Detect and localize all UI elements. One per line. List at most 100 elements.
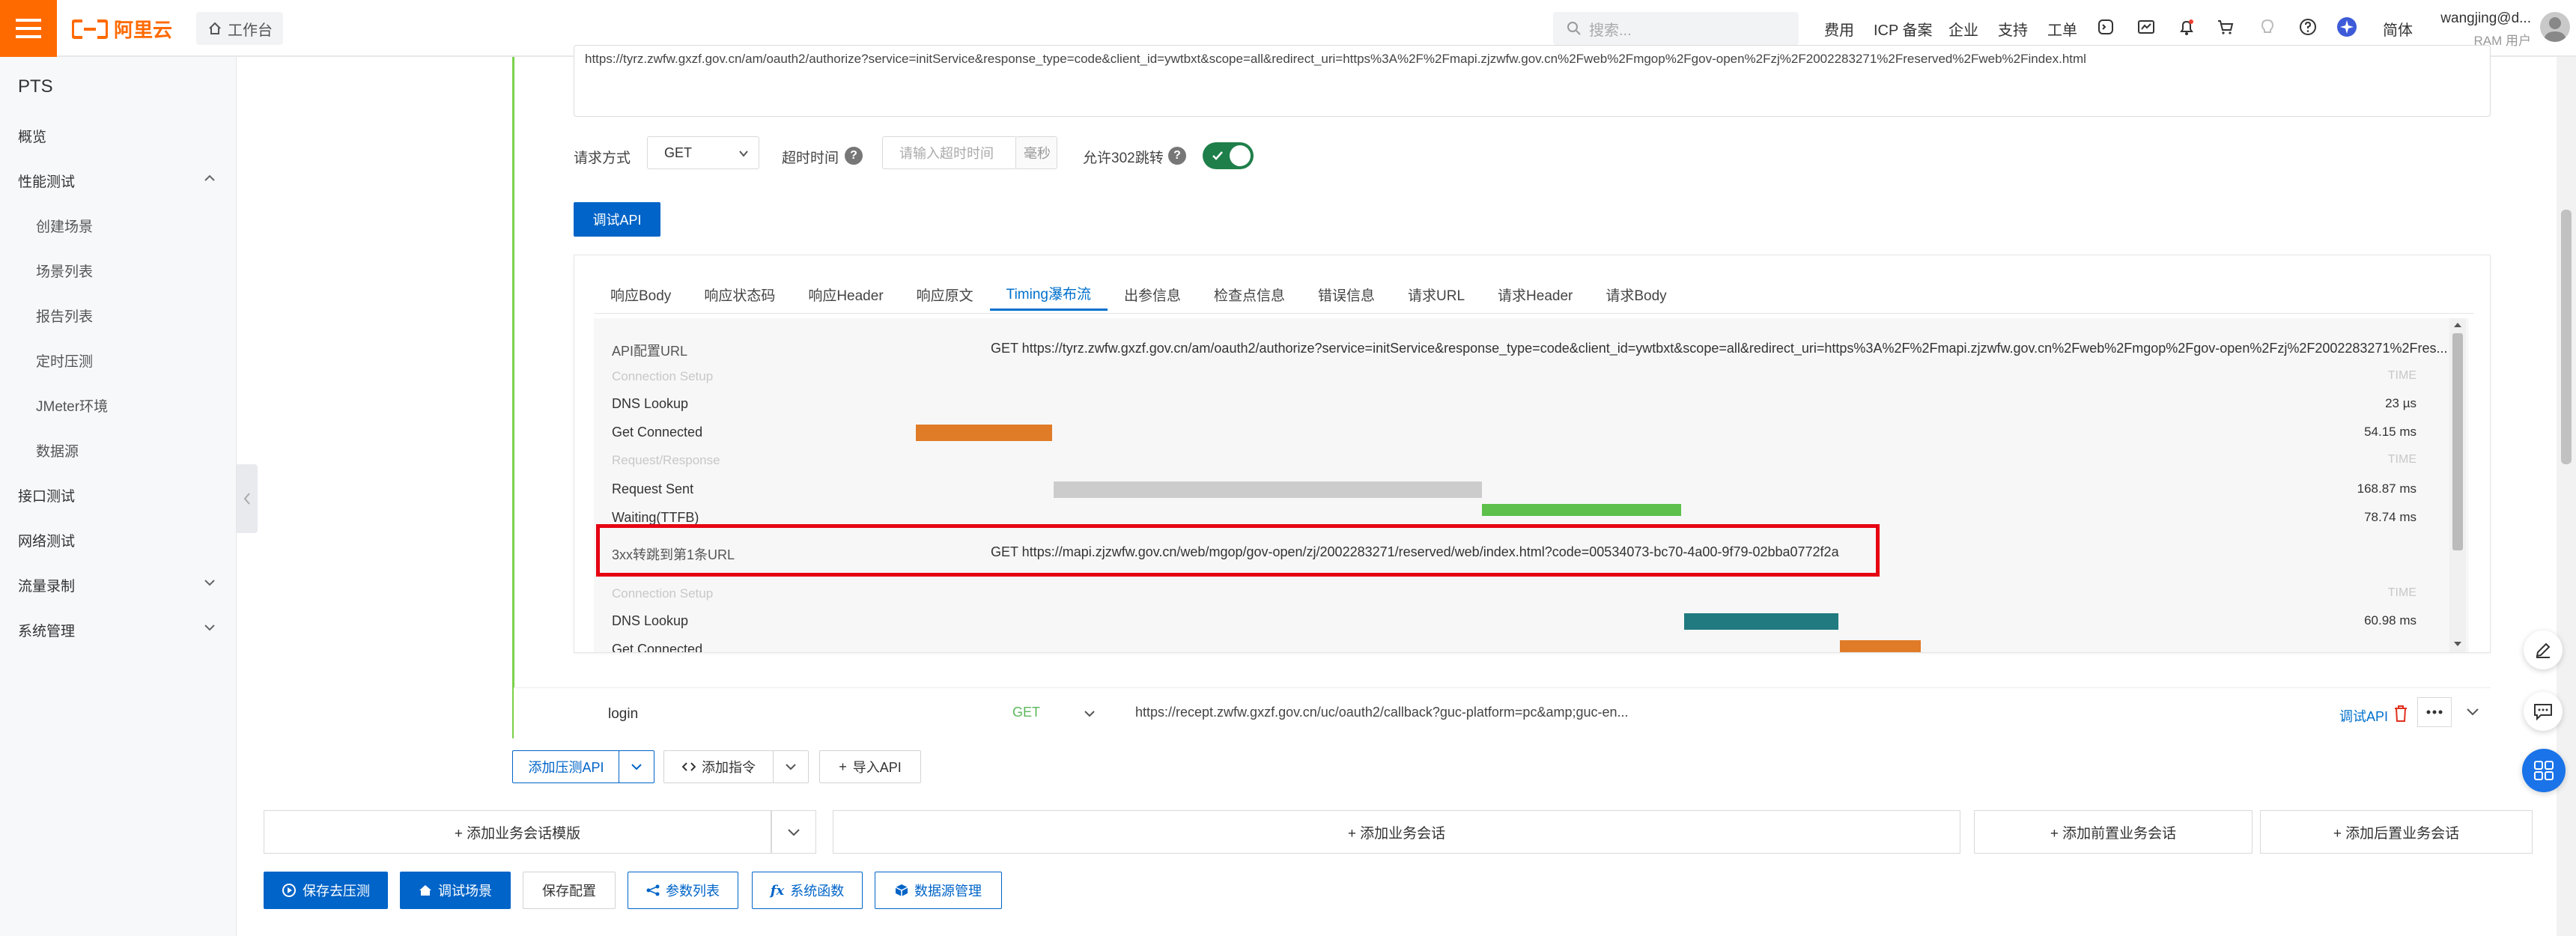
- tab-request-header[interactable]: 请求Header: [1481, 278, 1589, 311]
- sidebar: PTS 概览 性能测试 创建场景 场景列表 报告列表 定时压测 JMeter环境…: [0, 57, 237, 936]
- timeout-input[interactable]: 请输入超时时间: [882, 136, 1017, 169]
- chevron-up-icon[interactable]: [202, 171, 217, 186]
- sidebar-item-traffic-record[interactable]: 流量录制: [18, 575, 75, 595]
- section-connection: Connection Setup: [612, 369, 714, 383]
- timeout-help-icon[interactable]: ?: [845, 147, 863, 165]
- language-switch[interactable]: 简体: [2383, 18, 2413, 40]
- add-session-button[interactable]: + 添加业务会话: [833, 810, 1960, 854]
- debug-api-link[interactable]: 调试API: [2339, 706, 2388, 726]
- sidebar-title: PTS: [18, 76, 53, 97]
- user-name: wangjing@d...: [2440, 10, 2531, 26]
- method-select[interactable]: GET: [647, 136, 759, 169]
- bell-icon[interactable]: [2176, 16, 2197, 37]
- chevron-down-icon[interactable]: [1083, 708, 1096, 720]
- tab-errors[interactable]: 错误信息: [1301, 278, 1391, 311]
- sidebar-item-jmeter[interactable]: JMeter环境: [36, 395, 108, 416]
- page-scrollbar[interactable]: [2557, 57, 2576, 936]
- chevron-down-icon[interactable]: [2465, 706, 2480, 718]
- sidebar-item-scene-list[interactable]: 场景列表: [36, 261, 93, 281]
- cloud-shell-icon[interactable]: [2095, 16, 2116, 37]
- connected2-label: Get Connected: [612, 642, 703, 652]
- test-api-button[interactable]: 调试API: [574, 202, 660, 237]
- sidebar-item-create-scene[interactable]: 创建场景: [36, 216, 93, 236]
- nav-ticket[interactable]: 工单: [2047, 18, 2077, 40]
- user-info[interactable]: wangjing@d... RAM 用户: [2419, 10, 2531, 49]
- chat-fab[interactable]: [2524, 692, 2563, 731]
- nav-fees[interactable]: 费用: [1824, 18, 1854, 40]
- redirect-help-icon[interactable]: ?: [1168, 147, 1186, 165]
- avatar[interactable]: [2540, 12, 2570, 42]
- tab-timing-waterfall[interactable]: Timing瀑布流: [989, 278, 1108, 311]
- system-functions-button[interactable]: fx 系统函数: [752, 872, 863, 909]
- redirect-toggle[interactable]: [1203, 142, 1254, 169]
- nav-icp[interactable]: ICP 备案: [1874, 18, 1933, 40]
- sidebar-item-scheduled[interactable]: 定时压测: [36, 350, 93, 371]
- lightbulb-icon[interactable]: [2257, 16, 2278, 37]
- workspace-button[interactable]: 工作台: [196, 12, 283, 45]
- tab-request-body[interactable]: 请求Body: [1589, 278, 1683, 311]
- import-api-button[interactable]: + 导入API: [819, 750, 921, 783]
- assistant-icon[interactable]: [2336, 16, 2357, 37]
- save-and-test-button[interactable]: 保存去压测: [264, 872, 388, 909]
- add-post-session-button[interactable]: + 添加后置业务会话: [2260, 810, 2533, 854]
- plus-icon: +: [839, 759, 847, 774]
- add-session-template-button[interactable]: + 添加业务会话模版: [264, 810, 771, 854]
- tab-response-header[interactable]: 响应Header: [792, 278, 899, 311]
- datasource-manage-button[interactable]: 数据源管理: [875, 872, 1002, 909]
- search-box[interactable]: 搜索...: [1553, 12, 1799, 45]
- scroll-down-icon[interactable]: [2453, 640, 2462, 648]
- sidebar-item-report-list[interactable]: 报告列表: [36, 306, 93, 326]
- add-command-dropdown[interactable]: [773, 750, 809, 783]
- tab-request-url[interactable]: 请求URL: [1391, 278, 1481, 311]
- check-icon: [1212, 151, 1223, 160]
- sidebar-item-api-test[interactable]: 接口测试: [18, 485, 75, 505]
- cart-icon[interactable]: [2215, 16, 2236, 37]
- brand-logo[interactable]: 阿里云: [72, 15, 172, 43]
- api-url-label: API配置URL: [612, 344, 688, 359]
- debug-scene-button[interactable]: 调试场景: [400, 872, 511, 909]
- menu-icon[interactable]: [0, 0, 57, 57]
- screen-icon[interactable]: [2136, 16, 2157, 37]
- add-api-button[interactable]: 添加压测API: [512, 750, 620, 783]
- sidebar-collapse-button[interactable]: [237, 464, 258, 533]
- sidebar-item-perf-test[interactable]: 性能测试: [18, 171, 75, 191]
- delete-icon[interactable]: [2393, 705, 2408, 723]
- sidebar-item-system[interactable]: 系统管理: [18, 620, 75, 640]
- sent-label: Request Sent: [612, 481, 694, 496]
- tab-response-body[interactable]: 响应Body: [594, 278, 687, 311]
- tab-checkpoints[interactable]: 检查点信息: [1197, 278, 1301, 311]
- nav-enterprise[interactable]: 企业: [1948, 18, 1978, 40]
- nav-support[interactable]: 支持: [1998, 18, 2028, 40]
- more-icon[interactable]: [2417, 697, 2452, 727]
- session-template-dropdown[interactable]: [771, 810, 816, 854]
- api-row-login[interactable]: login GET https://recept.zwfw.gxzf.gov.c…: [514, 687, 2491, 740]
- home-icon: [208, 22, 222, 35]
- add-pre-session-button[interactable]: + 添加前置业务会话: [1974, 810, 2253, 854]
- param-list-button[interactable]: 参数列表: [628, 872, 738, 909]
- play-circle-icon: [282, 883, 297, 898]
- scroll-up-icon[interactable]: [2453, 321, 2462, 329]
- timeout-placeholder: 请输入超时时间: [899, 146, 994, 161]
- add-pre-session-label: + 添加前置业务会话: [2050, 825, 2177, 842]
- add-command-button[interactable]: 添加指令: [663, 750, 774, 783]
- edit-fab[interactable]: [2524, 630, 2563, 669]
- timing-scrollbar[interactable]: [2449, 318, 2466, 652]
- sidebar-item-network-test[interactable]: 网络测试: [18, 530, 75, 550]
- add-api-dropdown[interactable]: [619, 750, 654, 783]
- page-scroll-thumb[interactable]: [2561, 210, 2572, 464]
- save-config-button[interactable]: 保存配置: [523, 872, 616, 909]
- help-icon[interactable]: [2297, 16, 2318, 37]
- chevron-down-icon[interactable]: [202, 620, 217, 635]
- tab-output-params[interactable]: 出参信息: [1108, 278, 1197, 311]
- timing-scroll-thumb[interactable]: [2452, 333, 2463, 550]
- chevron-down-icon[interactable]: [202, 575, 217, 590]
- apps-fab[interactable]: [2522, 749, 2566, 792]
- api-method[interactable]: GET: [1012, 705, 1040, 720]
- api-name: login: [608, 706, 639, 722]
- url-input[interactable]: https://tyrz.zwfw.gxzf.gov.cn/am/oauth2/…: [574, 45, 2491, 117]
- section-connection-2: Connection Setup: [612, 586, 714, 601]
- sidebar-item-datasource[interactable]: 数据源: [36, 440, 79, 461]
- sidebar-item-overview[interactable]: 概览: [18, 126, 46, 146]
- tab-status-code[interactable]: 响应状态码: [687, 278, 792, 311]
- tab-raw-response[interactable]: 响应原文: [900, 278, 990, 311]
